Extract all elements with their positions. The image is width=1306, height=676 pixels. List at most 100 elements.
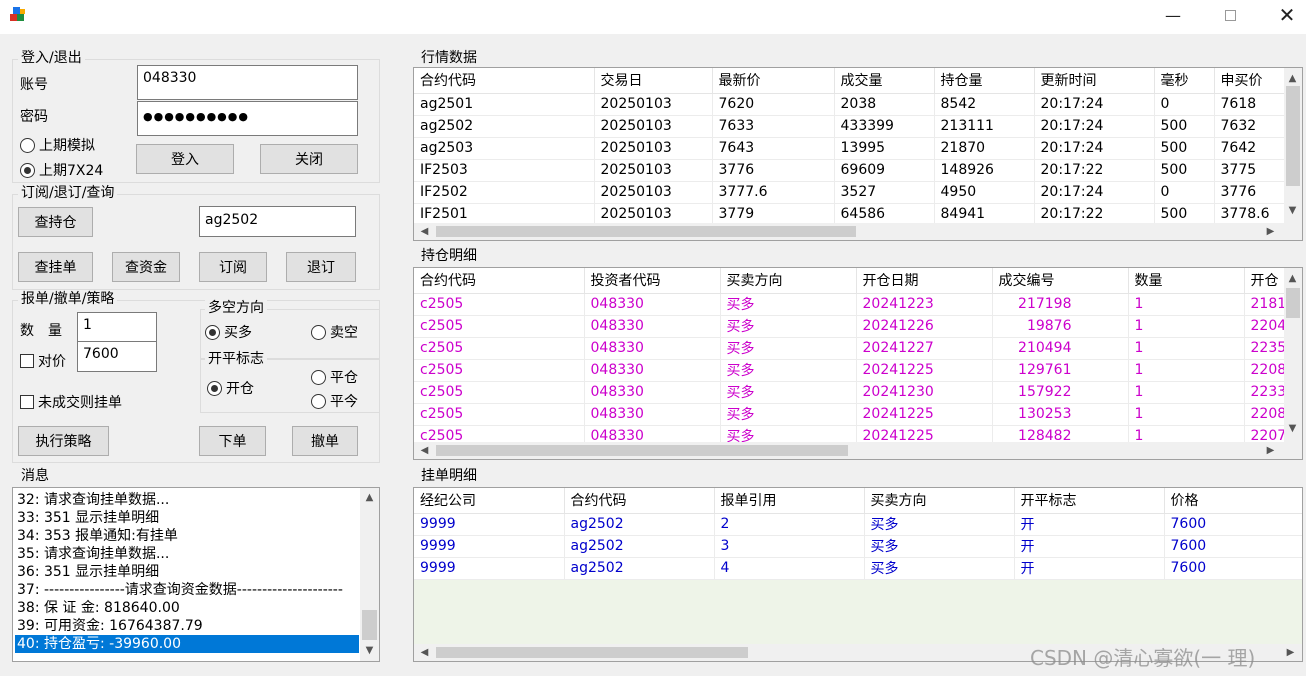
sell-option[interactable]: 卖空 [311,322,358,342]
scroll-left-icon[interactable]: ◀ [416,442,433,459]
cancel-unfilled-checkbox[interactable] [20,395,34,409]
scroll-down-icon[interactable]: ▼ [1284,202,1301,219]
query-position-button[interactable]: 查持仓 [18,207,93,237]
log-line[interactable]: 32: 请求查询挂单数据... [15,491,359,509]
positions-row[interactable]: c2505 048330 买多 20241227 210494 1 2235 [414,337,1287,360]
market-row[interactable]: IF2501 20250103 3779 64586 84941 20:17:22 500 3… [414,203,1287,226]
positions-hscroll[interactable]: ◀ ▶ [414,442,1302,459]
pending-column-header[interactable]: 开平标志 [1014,488,1165,514]
scroll-up-icon[interactable]: ▲ [1284,70,1301,87]
scroll-left-icon[interactable]: ◀ [416,644,433,661]
market-hscroll[interactable]: ◀ ▶ [414,223,1302,240]
scroll-right-icon[interactable]: ▶ [1262,223,1279,240]
positions-row[interactable]: c2505 048330 买多 20241230 157922 1 2233 [414,381,1287,404]
run-strategy-button[interactable]: 执行策略 [18,426,109,456]
market-row[interactable]: IF2502 20250103 3777.6 3527 4950 20:17:24 0 377… [414,181,1287,204]
place-order-button[interactable]: 下单 [199,426,266,456]
scroll-up-icon[interactable]: ▲ [1284,270,1301,287]
log-line[interactable]: 37: ----------------请求查询资金数据------------… [15,581,359,599]
radio-7x24-option[interactable]: 上期7X24 [20,160,103,180]
quantity-input[interactable]: 1 [77,312,157,342]
log-line[interactable]: 39: 可用资金: 16764387.79 [15,617,359,635]
buy-option[interactable]: 买多 [205,322,252,342]
cancel-unfilled-option[interactable]: 未成交则挂单 [20,392,122,412]
market-vscroll[interactable]: ▲ ▼ [1284,68,1302,223]
unsubscribe-button[interactable]: 退订 [286,252,356,282]
scroll-right-icon[interactable]: ▶ [1262,442,1279,459]
close-position-radio[interactable] [311,369,326,385]
scroll-right-icon[interactable]: ▶ [1282,644,1299,661]
positions-column-header[interactable]: 投资者代码 [584,268,721,294]
positions-column-header[interactable]: 开仓 [1244,268,1287,294]
market-row[interactable]: ag2503 20250103 7643 13995 21870 20:17:24 500 7… [414,137,1287,160]
pending-grid[interactable]: 经纪公司 合约代码 报单引用 买卖方向 开平标志 价格 9999 ag2502 2 买多开 760… [413,487,1303,662]
positions-row[interactable]: c2505 048330 买多 20241225 130253 1 2208 [414,403,1287,426]
pending-column-header[interactable]: 经纪公司 [414,488,565,514]
price-input[interactable]: 7600 [77,341,157,372]
log-line[interactable]: 38: 保 证 金: 818640.00 [15,599,359,617]
symbol-input[interactable]: ag2502 [199,206,356,237]
scroll-thumb[interactable] [1286,288,1300,318]
market-row[interactable]: ag2502 20250103 7633 433399 213111 20:17:24 50… [414,115,1287,138]
radio-sim[interactable] [20,137,35,153]
close-window-button[interactable]: ✕ [1264,0,1306,30]
counter-price-option[interactable]: 对价 [20,351,66,371]
scroll-thumb[interactable] [436,445,848,456]
open-option[interactable]: 开仓 [207,378,254,398]
close-position-option[interactable]: 平仓 [311,367,358,387]
scroll-thumb[interactable] [436,226,856,237]
market-row[interactable]: ag2501 20250103 7620 2038 8542 20:17:24 0 7618 [414,93,1287,116]
cancel-order-button[interactable]: 撤单 [292,426,358,456]
market-column-header[interactable]: 交易日 [594,68,713,94]
scroll-down-icon[interactable]: ▼ [1284,420,1301,437]
close-today-radio[interactable] [311,393,326,409]
log-line[interactable]: 35: 请求查询挂单数据... [15,545,359,563]
pending-row[interactable]: 9999 ag2502 4 买多开 7600 [414,557,1302,580]
buy-radio[interactable] [205,324,220,340]
log-line[interactable]: 36: 351 显示挂单明细 [15,563,359,581]
open-radio[interactable] [207,380,222,396]
account-input[interactable]: 048330 [137,65,358,100]
market-column-header[interactable]: 最新价 [712,68,835,94]
scroll-down-icon[interactable]: ▼ [361,642,378,659]
positions-vscroll[interactable]: ▲ ▼ [1284,268,1302,442]
positions-column-header[interactable]: 开仓日期 [856,268,993,294]
scroll-left-icon[interactable]: ◀ [416,223,433,240]
radio-7x24[interactable] [20,162,35,178]
counter-price-checkbox[interactable] [20,354,34,368]
pending-row[interactable]: 9999 ag2502 2 买多开 7600 [414,513,1302,536]
message-log[interactable]: 32: 请求查询挂单数据... 33: 351 显示挂单明细 34: 353 报单通… [12,487,380,662]
message-log-scrollbar[interactable]: ▲ ▼ [360,488,379,661]
positions-column-header[interactable]: 数量 [1128,268,1245,294]
scroll-up-icon[interactable]: ▲ [361,489,378,506]
pending-column-header[interactable]: 价格 [1164,488,1302,514]
radio-sim-option[interactable]: 上期模拟 [20,135,95,155]
scroll-thumb[interactable] [1286,86,1300,186]
minimize-button[interactable]: — [1150,0,1196,30]
positions-row[interactable]: c2505 048330 买多 20241226 19876 1 2204 [414,315,1287,338]
market-grid[interactable]: 合约代码 交易日 最新价 成交量 持仓量 更新时间 毫秒 申买价 ag2501 20250103… [413,67,1303,241]
market-column-header[interactable]: 申买价 [1214,68,1287,94]
scroll-thumb[interactable] [436,647,748,658]
market-column-header[interactable]: 合约代码 [414,68,595,94]
market-row[interactable]: IF2503 20250103 3776 69609 148926 20:17:22 500… [414,159,1287,182]
positions-column-header[interactable]: 成交编号 [992,268,1129,294]
query-funds-button[interactable]: 查资金 [112,252,180,282]
close-button[interactable]: 关闭 [260,144,358,174]
market-column-header[interactable]: 成交量 [834,68,935,94]
positions-column-header[interactable]: 合约代码 [414,268,585,294]
close-today-option[interactable]: 平今 [311,391,358,411]
log-line[interactable]: 33: 351 显示挂单明细 [15,509,359,527]
pending-column-header[interactable]: 买卖方向 [864,488,1015,514]
log-line[interactable]: 34: 353 报单通知:有挂单 [15,527,359,545]
login-button[interactable]: 登入 [136,144,234,174]
pending-row[interactable]: 9999 ag2502 3 买多开 7600 [414,535,1302,558]
market-column-header[interactable]: 更新时间 [1034,68,1155,94]
market-column-header[interactable]: 持仓量 [934,68,1035,94]
scroll-thumb[interactable] [362,610,377,640]
subscribe-button[interactable]: 订阅 [199,252,267,282]
query-orders-button[interactable]: 查挂单 [18,252,93,282]
positions-row[interactable]: c2505 048330 买多 20241225 129761 1 2208 [414,359,1287,382]
pending-column-header[interactable]: 合约代码 [564,488,715,514]
sell-radio[interactable] [311,324,326,340]
